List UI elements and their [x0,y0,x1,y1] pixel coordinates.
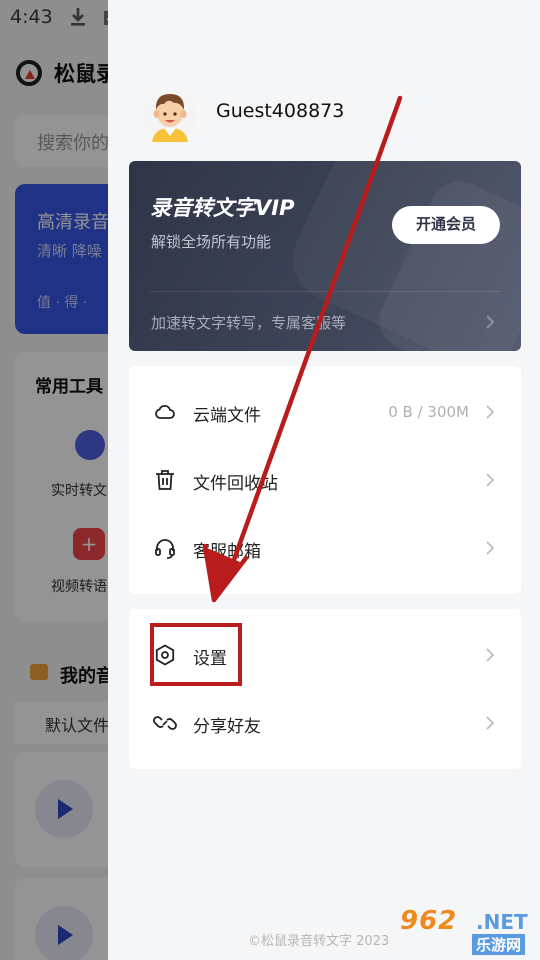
download-icon [71,8,85,26]
vip-title: 录音转文字VIP [150,196,295,220]
menu-label: 分享好友 [193,717,261,737]
menu-item-cloud-files[interactable]: 云端文件 0 B / 300M [129,378,521,446]
avatar[interactable] [144,86,196,142]
vip-subtitle: 解锁全场所有功能 [151,233,272,251]
vip-benefits-text: 加速转文字转写，专属客服等 [151,314,347,332]
cloud-storage-usage: 0 B / 300M [388,403,469,421]
menu-label: 文件回收站 [193,474,278,494]
side-drawer: Guest408873 录音转文字VIP 解锁全场所有功能 开通会员 加速转文字… [108,0,540,960]
menu-item-share-friends[interactable]: 分享好友 [129,689,521,757]
chevron-right-icon [486,716,495,730]
trash-icon [156,470,174,490]
chevron-right-icon [486,473,495,487]
link-icon [153,716,177,730]
watermark-name: 乐游网 [472,934,526,955]
cloud-icon [155,404,175,419]
menu-label: 云端文件 [193,406,261,426]
open-membership-button[interactable]: 开通会员 [392,206,500,244]
menu-group-files: 云端文件 0 B / 300M 文件回收站 客服邮箱 [129,366,521,594]
chevron-right-icon [486,541,495,555]
chevron-right-icon [486,315,495,329]
chevron-right-icon [486,648,495,662]
vip-benefits-row[interactable]: 加速转文字转写，专属客服等 [129,292,521,351]
status-time: 4:43 [10,6,53,28]
settings-highlight-box [150,623,242,686]
watermark-net: .NET [476,910,528,934]
watermark-number: 962 [400,906,458,936]
vip-card[interactable]: 录音转文字VIP 解锁全场所有功能 开通会员 加速转文字转写，专属客服等 [129,161,521,351]
menu-item-support-email[interactable]: 客服邮箱 [129,514,521,582]
menu-item-recycle-bin[interactable]: 文件回收站 [129,446,521,514]
headset-icon [155,539,175,559]
username[interactable]: Guest408873 [216,100,344,122]
menu-label: 客服邮箱 [193,542,261,562]
chevron-right-icon [486,405,495,419]
profile-header[interactable]: Guest408873 [144,86,504,146]
watermark-logo: 962 .NET 乐游网 [398,906,540,960]
copyright-footer: ©松鼠录音转文字 2023 [248,934,390,949]
